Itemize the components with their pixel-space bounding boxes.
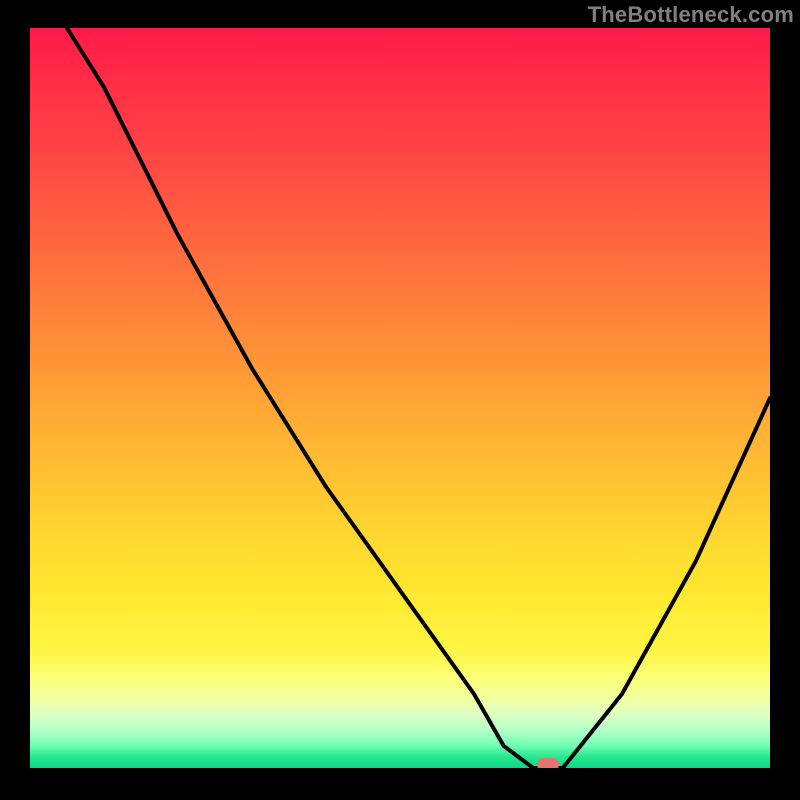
chart-frame: TheBottleneck.com <box>0 0 800 800</box>
watermark-text: TheBottleneck.com <box>588 2 794 28</box>
plot-area <box>30 28 770 768</box>
optimal-point-marker <box>537 758 559 768</box>
bottleneck-curve <box>30 28 770 768</box>
